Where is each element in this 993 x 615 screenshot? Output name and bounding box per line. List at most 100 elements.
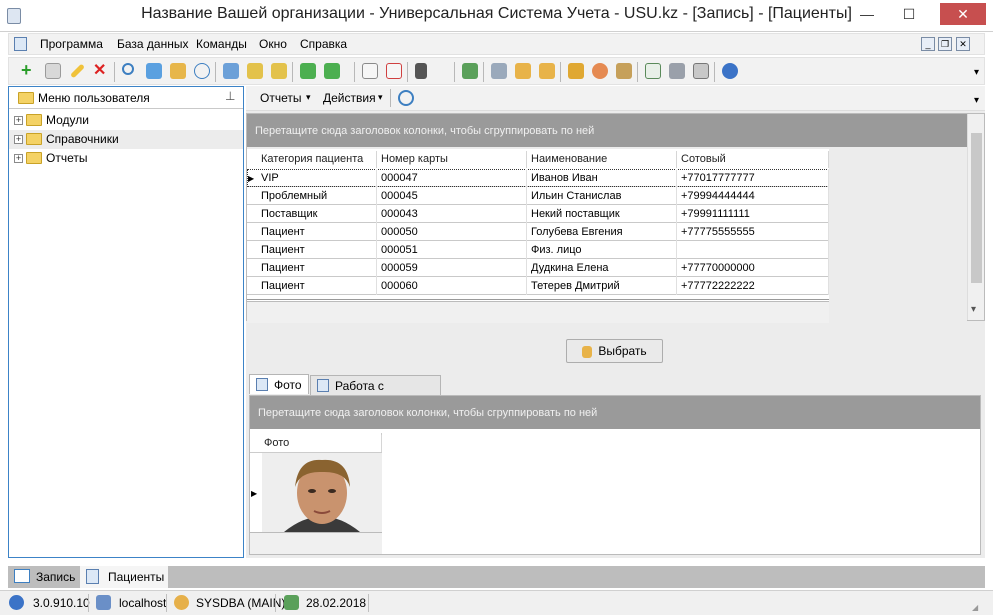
vertical-scrollbar[interactable]: ▾ — [967, 114, 984, 320]
window-title: Название Вашей организации - Универсальн… — [141, 5, 852, 22]
export-icon[interactable] — [170, 63, 186, 79]
cell-card-number: 000045 — [377, 187, 527, 205]
column-header-category[interactable]: Категория пациента — [257, 151, 377, 168]
table-icon[interactable] — [645, 63, 661, 79]
clock-icon[interactable] — [398, 90, 414, 106]
expand-icon[interactable]: + — [14, 135, 23, 144]
folder-icon — [26, 152, 42, 164]
minimize-button[interactable]: — — [851, 3, 883, 25]
table-row[interactable]: Поставщик 000043 Некий поставщик +799911… — [247, 205, 829, 223]
cell-phone: +77017777777 — [677, 169, 829, 187]
tab-patient-work[interactable]: Работа с пациентом — [310, 375, 441, 407]
select-button[interactable]: Выбрать — [566, 339, 663, 363]
toolbar-separator — [560, 62, 561, 82]
resize-grip-icon[interactable]: ◢ — [972, 603, 978, 612]
column-header-name[interactable]: Наименование — [527, 151, 677, 168]
menu-help[interactable]: Справка — [300, 37, 347, 51]
menu-program[interactable]: Программа — [40, 37, 103, 51]
table-row[interactable]: Проблемный 000045 Ильин Станислав +79994… — [247, 187, 829, 205]
cell-card-number: 000043 — [377, 205, 527, 223]
filter-icon[interactable] — [223, 63, 239, 79]
cell-category: Пациент — [257, 223, 377, 241]
calendar-icon[interactable] — [462, 63, 478, 79]
patient-photo — [262, 453, 382, 532]
edit-icon[interactable] — [70, 63, 85, 79]
cell-name: Дудкина Елена — [527, 259, 677, 277]
folder-icon — [26, 114, 42, 126]
chevron-down-icon[interactable]: ▾ — [378, 92, 383, 103]
toolbar-overflow-icon[interactable]: ▾ — [974, 67, 979, 78]
table-row[interactable]: Пациент 000050 Голубева Евгения +7777555… — [247, 223, 829, 241]
cell-phone: +77775555555 — [677, 223, 829, 241]
group-by-hint[interactable]: Перетащите сюда заголовок колонки, чтобы… — [250, 396, 980, 429]
permissions-icon[interactable] — [616, 63, 632, 79]
user-text: SYSDBA (MAIN) — [196, 596, 286, 610]
info-icon[interactable] — [722, 63, 738, 79]
scrollbar-thumb[interactable] — [971, 133, 982, 283]
notes-icon[interactable] — [539, 63, 555, 79]
close-button[interactable]: ✕ — [940, 3, 986, 25]
tree-item-modules[interactable]: + Модули — [9, 111, 243, 130]
table-row[interactable]: Пациент 000060 Тетерев Дмитрий +77772222… — [247, 277, 829, 295]
scroll-down-icon[interactable]: ▾ — [971, 304, 976, 315]
column-header-card-number[interactable]: Номер карты — [377, 151, 527, 168]
table-row[interactable]: ▶ — [250, 452, 382, 532]
maximize-button[interactable]: ☐ — [893, 3, 925, 25]
delete-icon[interactable]: ✕ — [93, 63, 109, 79]
mdi-minimize-button[interactable]: _ — [921, 37, 935, 51]
refresh-icon[interactable] — [146, 63, 162, 79]
table-row[interactable]: ▶ VIP 000047 Иванов Иван +77017777777 — [247, 169, 829, 187]
column-header-phone[interactable]: Сотовый — [677, 151, 829, 168]
doc-tab-record[interactable]: Запись — [8, 566, 80, 588]
menu-commands[interactable]: Команды — [196, 37, 247, 51]
grid-footer — [250, 532, 382, 554]
close-window-icon[interactable] — [386, 63, 402, 79]
current-row-indicator: ▶ — [251, 489, 258, 498]
mdi-restore-button[interactable]: ❐ — [938, 37, 952, 51]
new-window-icon[interactable] — [362, 63, 378, 79]
excel-icon[interactable] — [300, 63, 316, 79]
cell-phone — [677, 241, 829, 259]
search-icon[interactable] — [122, 63, 134, 75]
status-divider — [166, 594, 167, 612]
add-icon[interactable]: + — [21, 61, 37, 79]
table-row[interactable]: Пациент 000051 Физ. лицо — [247, 241, 829, 259]
users-icon[interactable] — [592, 63, 608, 79]
tree-item-reports[interactable]: + Отчеты — [9, 149, 243, 168]
table-row[interactable]: Пациент 000059 Дудкина Елена +7777000000… — [247, 259, 829, 277]
palette-icon[interactable] — [515, 63, 531, 79]
expand-icon[interactable]: + — [14, 116, 23, 125]
tools-icon[interactable] — [491, 63, 507, 79]
pin-icon[interactable]: ⊥ — [225, 89, 235, 103]
cell-name: Тетерев Дмитрий — [527, 277, 677, 295]
reports-dropdown[interactable]: Отчеты — [260, 91, 301, 105]
cell-name: Некий поставщик — [527, 205, 677, 223]
sort-asc-icon[interactable] — [247, 63, 263, 79]
group-by-hint[interactable]: Перетащите сюда заголовок колонки, чтобы… — [247, 114, 967, 147]
toolbar-overflow-icon[interactable]: ▾ — [974, 95, 979, 106]
play-icon[interactable] — [693, 63, 709, 79]
tab-label: Фото — [274, 378, 302, 392]
expand-icon[interactable]: + — [14, 154, 23, 163]
tree-item-references[interactable]: + Справочники — [9, 130, 243, 149]
chevron-down-icon[interactable]: ▾ — [306, 92, 311, 103]
tab-photo[interactable]: Фото — [249, 374, 309, 394]
status-bar: 3.0.910.10 localhost SYSDBA (MAIN) 28.02… — [0, 590, 993, 615]
doc-tab-patients[interactable]: Пациенты — [80, 566, 168, 588]
comment-icon[interactable] — [194, 63, 210, 79]
cell-card-number: 000050 — [377, 223, 527, 241]
lock-icon[interactable] — [568, 63, 584, 79]
menu-window[interactable]: Окно — [259, 37, 287, 51]
column-header-photo[interactable]: Фото — [260, 435, 382, 452]
import-icon[interactable] — [324, 63, 340, 79]
exit-icon[interactable] — [415, 63, 427, 79]
mdi-close-button[interactable]: ✕ — [956, 37, 970, 51]
print-icon[interactable] — [669, 63, 685, 79]
sort-desc-icon[interactable] — [271, 63, 287, 79]
toolbar-separator — [454, 62, 455, 82]
menu-database[interactable]: База данных — [117, 37, 188, 51]
patients-toolbar: Отчеты ▾ Действия ▾ ▾ — [246, 86, 985, 111]
actions-dropdown[interactable]: Действия — [323, 91, 376, 105]
cell-category: VIP — [257, 169, 377, 187]
copy-icon[interactable] — [45, 63, 61, 79]
